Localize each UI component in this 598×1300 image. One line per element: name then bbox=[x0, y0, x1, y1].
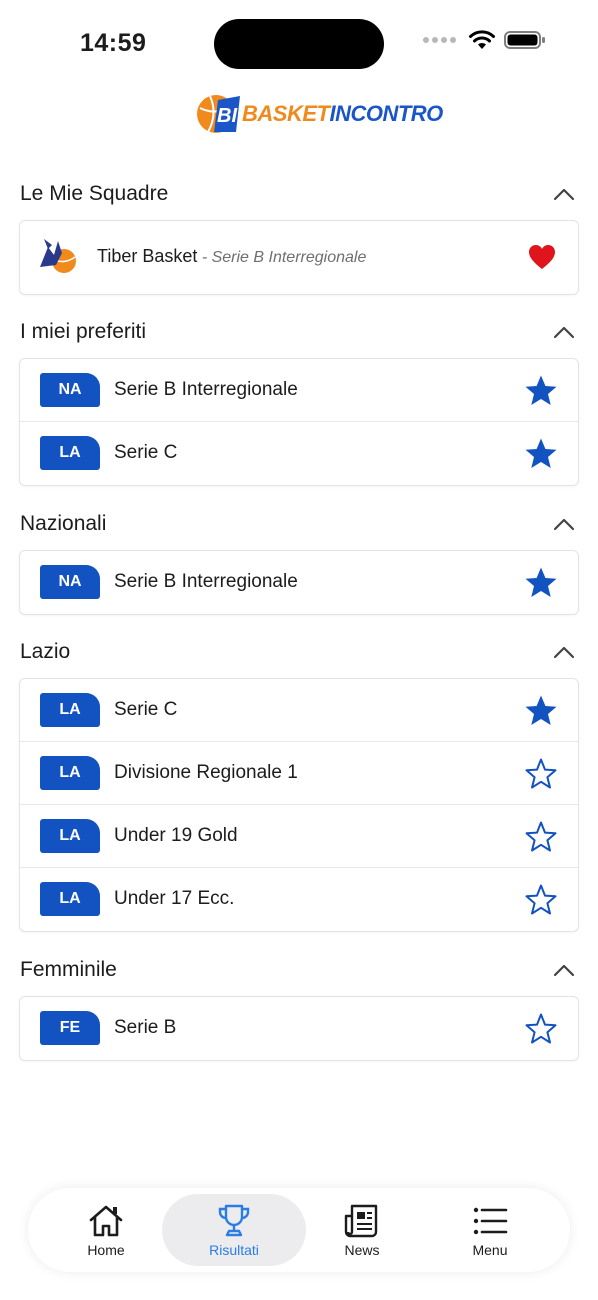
logo-word-1: BASKET bbox=[242, 101, 330, 126]
chevron-up-icon[interactable] bbox=[553, 325, 575, 339]
chevron-up-icon[interactable] bbox=[553, 517, 575, 531]
section-title-lazio: Lazio bbox=[20, 640, 71, 663]
region-badge: LA bbox=[40, 819, 100, 853]
lazio-card: LA Serie C LA Divisione Regionale 1 LA U… bbox=[19, 678, 579, 932]
list-item[interactable]: NA Serie B Interregionale bbox=[20, 359, 578, 422]
star-outline-icon[interactable] bbox=[524, 1012, 558, 1046]
team-logo-icon bbox=[40, 239, 76, 273]
tab-menu[interactable]: Menu bbox=[430, 1194, 550, 1266]
cellular-signal-icon bbox=[423, 37, 456, 43]
chevron-up-icon[interactable] bbox=[553, 645, 575, 659]
list-item[interactable]: LA Under 17 Ecc. bbox=[20, 868, 578, 931]
femminile-card: FE Serie B bbox=[19, 996, 579, 1061]
region-badge: NA bbox=[40, 565, 100, 599]
star-filled-icon[interactable] bbox=[524, 694, 558, 728]
star-outline-icon[interactable] bbox=[524, 757, 558, 791]
logo-word-2: INCONTRO bbox=[329, 101, 443, 126]
region-badge: LA bbox=[40, 756, 100, 790]
league-label: Serie B Interregionale bbox=[114, 571, 298, 592]
star-filled-icon[interactable] bbox=[524, 437, 558, 471]
menu-icon bbox=[473, 1207, 508, 1235]
dynamic-island bbox=[214, 19, 384, 69]
home-icon bbox=[89, 1205, 123, 1237]
trophy-icon bbox=[218, 1204, 250, 1237]
nazionali-card: NA Serie B Interregionale bbox=[19, 550, 579, 615]
league-label: Under 19 Gold bbox=[114, 825, 238, 846]
my-teams-card: Tiber Basket - Serie B Interregionale bbox=[19, 220, 579, 295]
team-league: Serie B Interregionale bbox=[211, 249, 367, 266]
tab-home[interactable]: Home bbox=[46, 1194, 166, 1266]
list-item[interactable]: LA Divisione Regionale 1 bbox=[20, 742, 578, 805]
star-filled-icon[interactable] bbox=[524, 566, 558, 600]
tab-results-label: Risultati bbox=[209, 1242, 259, 1258]
tab-results[interactable]: Risultati bbox=[162, 1194, 306, 1266]
tab-news-label: News bbox=[344, 1242, 380, 1258]
section-title-my-teams: Le Mie Squadre bbox=[20, 182, 169, 205]
region-badge: NA bbox=[40, 373, 100, 407]
league-label: Divisione Regionale 1 bbox=[114, 762, 298, 783]
tab-home-label: Home bbox=[87, 1242, 125, 1258]
team-name: Tiber Basket bbox=[97, 246, 198, 266]
logo-letters: BI bbox=[217, 105, 237, 127]
tab-news[interactable]: News bbox=[302, 1194, 422, 1266]
league-label: Serie B bbox=[114, 1017, 177, 1038]
region-badge: LA bbox=[40, 693, 100, 727]
section-title-nazionali: Nazionali bbox=[20, 512, 107, 535]
region-badge: FE bbox=[40, 1011, 100, 1045]
team-row[interactable]: Tiber Basket - Serie B Interregionale bbox=[20, 221, 578, 293]
list-item[interactable]: LA Serie C bbox=[20, 422, 578, 485]
region-badge: LA bbox=[40, 882, 100, 916]
chevron-up-icon[interactable] bbox=[553, 963, 575, 977]
league-label: Serie B Interregionale bbox=[114, 379, 298, 400]
favorites-card: NA Serie B Interregionale LA Serie C bbox=[19, 358, 579, 486]
list-item[interactable]: FE Serie B bbox=[20, 997, 578, 1060]
star-outline-icon[interactable] bbox=[524, 883, 558, 917]
section-title-femminile: Femminile bbox=[20, 958, 117, 981]
newspaper-icon bbox=[344, 1204, 378, 1238]
wifi-icon bbox=[469, 30, 495, 49]
battery-icon bbox=[504, 31, 545, 49]
team-separator: - bbox=[197, 249, 212, 266]
status-bar: 14:59 bbox=[0, 0, 598, 90]
star-outline-icon[interactable] bbox=[524, 820, 558, 854]
section-title-favorites: I miei preferiti bbox=[20, 320, 147, 343]
list-item[interactable]: LA Serie C bbox=[20, 679, 578, 742]
region-badge: LA bbox=[40, 436, 100, 470]
list-item[interactable]: LA Under 19 Gold bbox=[20, 805, 578, 868]
status-time: 14:59 bbox=[80, 29, 147, 57]
tab-bar: Home Risultati News Menu bbox=[28, 1188, 570, 1272]
tab-menu-label: Menu bbox=[472, 1242, 508, 1258]
list-item[interactable]: NA Serie B Interregionale bbox=[20, 551, 578, 614]
heart-icon[interactable] bbox=[528, 244, 556, 270]
status-icons bbox=[423, 30, 546, 50]
league-label: Under 17 Ecc. bbox=[114, 888, 235, 909]
app-logo: BI BASKETINCONTRO bbox=[196, 92, 443, 136]
logo-wordmark: BASKETINCONTRO bbox=[242, 101, 443, 127]
league-label: Serie C bbox=[114, 442, 178, 463]
basketball-logo-icon: BI bbox=[197, 95, 240, 133]
chevron-up-icon[interactable] bbox=[553, 187, 575, 201]
star-filled-icon[interactable] bbox=[524, 374, 558, 408]
league-label: Serie C bbox=[114, 699, 178, 720]
